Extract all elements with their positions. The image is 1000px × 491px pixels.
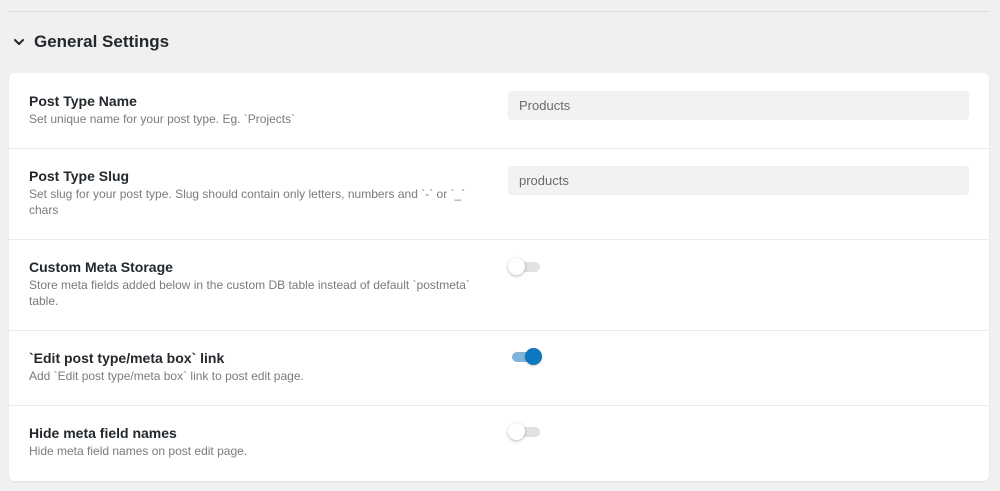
chevron-down-icon [12,35,26,49]
setting-description: Set unique name for your post type. Eg. … [29,112,296,126]
setting-description: Add `Edit post type/meta box` link to po… [29,369,304,383]
post-type-slug-input[interactable] [508,166,969,195]
toggle-knob [508,258,525,275]
setting-title: `Edit post type/meta box` link [29,350,225,366]
setting-row-edit-link: `Edit post type/meta box` link Add `Edit… [9,330,989,406]
setting-title: Post Type Name [29,93,137,109]
setting-title: Hide meta field names [29,425,177,441]
general-settings-toggle[interactable]: General Settings [12,28,169,56]
setting-title: Post Type Slug [29,168,130,184]
setting-description: Store meta fields added below in the cus… [29,278,470,308]
top-divider [9,11,989,12]
custom-meta-storage-toggle[interactable] [508,258,544,275]
section-title: General Settings [34,32,170,51]
setting-row-post-type-slug: Post Type Slug Set slug for your post ty… [9,148,989,240]
setting-description: Set slug for your post type. Slug should… [29,187,466,217]
setting-row-hide-meta-field-names: Hide meta field names Hide meta field na… [9,405,989,481]
setting-description: Hide meta field names on post edit page. [29,444,248,458]
post-type-name-input[interactable] [508,91,969,120]
setting-row-custom-meta-storage: Custom Meta Storage Store meta fields ad… [9,239,989,331]
toggle-knob [525,348,542,365]
settings-panel: Post Type Name Set unique name for your … [9,73,989,481]
edit-link-toggle[interactable] [508,348,544,365]
setting-row-post-type-name: Post Type Name Set unique name for your … [9,73,989,149]
setting-title: Custom Meta Storage [29,259,173,275]
hide-meta-field-names-toggle[interactable] [508,423,544,440]
toggle-knob [508,423,525,440]
